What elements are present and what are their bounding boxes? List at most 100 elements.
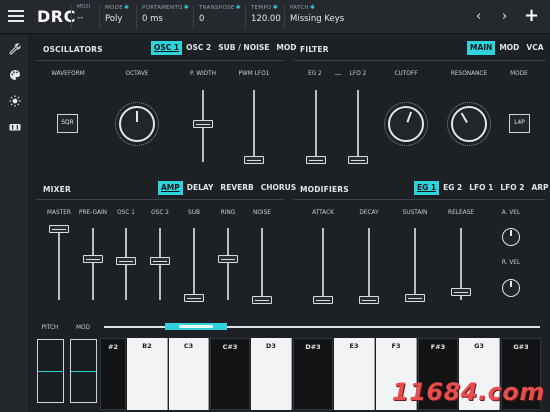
tab-lfo2[interactable]: LFO 2 [497,181,527,195]
mixer-channel-label: RING [220,210,236,216]
header-divider [284,5,285,29]
filter-mode-button[interactable]: L4P [509,114,530,133]
pwm-slider-thumb[interactable] [244,156,264,164]
gear-icon[interactable]: ✱ [124,4,129,11]
mixer-divider [36,199,284,200]
midi-field[interactable]: MIDI -- [77,4,90,23]
pwidth-label: P. WIDTH [189,71,217,77]
pwidth-slider-thumb[interactable] [193,120,213,128]
sustain-slider-track [414,228,416,300]
hamburger-menu-icon[interactable] [8,10,24,23]
sub-slider-track [193,228,195,300]
portamento-field[interactable]: PORTAMENTO✱ 0 ms [142,4,189,24]
mode-field[interactable]: MODE✱ Poly [105,4,129,24]
decay-slider-thumb[interactable] [359,296,379,304]
tab-amp[interactable]: AMP [158,181,183,195]
tab-lfo1[interactable]: LFO 1 [466,181,496,195]
patch-field[interactable]: PATCH✱ Missing Keys [290,4,344,24]
piano-key[interactable]: D#3 [293,338,333,410]
lfo2-slider-track [357,90,359,162]
attack-slider-thumb[interactable] [313,296,333,304]
modifiers-title: MODIFIERS [300,185,349,194]
piano-key[interactable]: C3 [169,338,209,410]
header-divider [136,5,137,29]
mixer-channel-label: PRE-GAIN [79,210,107,216]
header-divider [99,5,100,29]
release-slider-thumb[interactable] [451,288,471,296]
rvel-knob[interactable] [502,279,520,297]
tab-sub-noise[interactable]: SUB / NOISE [215,41,272,55]
mode-value: Poly [105,14,123,24]
gear-icon[interactable]: ✱ [273,4,278,11]
piano-key[interactable]: D3 [251,338,292,410]
keyboard-range-thumb[interactable] [165,323,227,330]
next-patch-chevron-icon[interactable]: › [502,9,507,24]
filter-divider [293,60,545,61]
wrench-icon[interactable] [9,43,21,55]
resonance-knob[interactable] [447,102,491,146]
oscillators-divider [36,60,284,61]
palette-icon[interactable] [9,69,21,81]
gear-icon[interactable]: ✱ [310,4,315,11]
tab-arp[interactable]: ARP [528,181,550,195]
tab-osc2[interactable]: OSC 2 [183,41,214,55]
tab-osc1[interactable]: OSC 1 [151,41,183,55]
waveform-label: WAVEFORM [51,71,85,77]
mixer-channel-label: OSC 1 [117,210,135,216]
piano-key[interactable]: E3 [334,338,375,410]
header-divider [193,5,194,29]
mixer-channel-label: MASTER [47,210,71,216]
osc1-slider-thumb[interactable] [116,257,136,265]
octave-knob[interactable] [115,102,159,146]
mod-label: MOD [75,325,91,331]
tab-eg1[interactable]: EG 1 [414,181,440,195]
mod-wheel[interactable] [70,339,97,403]
tab-filter-mod[interactable]: MOD [496,41,522,55]
osc2-slider-thumb[interactable] [150,257,170,265]
filter-tabs: MAIN MOD VCA [467,41,547,55]
sustain-slider-thumb[interactable] [405,294,425,302]
pitch-wheel[interactable] [37,339,64,403]
lfo2-label: LFO 2 [349,71,367,77]
mixer-channel-label: SUB [188,210,200,216]
eg2-label: EG 2 [308,71,322,77]
tempo-label: TEMPO [251,5,272,11]
master-slider-thumb[interactable] [49,225,69,233]
tempo-field[interactable]: TEMPO✱ 120.00 [251,4,281,24]
top-bar: DRC MIDI -- MODE✱ Poly PORTAMENTO✱ 0 ms … [0,0,550,34]
lfo2-slider-thumb[interactable] [348,156,368,164]
sidebar [0,35,30,412]
transpose-value: 0 [199,14,205,24]
tab-filter-main[interactable]: MAIN [467,41,496,55]
pregain-slider-thumb[interactable] [83,255,103,263]
header-divider [245,5,246,29]
modifier-param-label: SUSTAIN [402,210,428,216]
tab-delay[interactable]: DELAY [184,181,217,195]
tab-reverb[interactable]: REVERB [217,181,256,195]
gear-icon[interactable]: ✱ [184,4,189,11]
fx-rack-icon[interactable] [9,121,21,133]
avel-knob[interactable] [502,228,520,246]
transpose-field[interactable]: TRANSPOSE✱ 0 [199,4,241,24]
modifier-param-label: RELEASE [448,210,474,216]
cutoff-knob[interactable] [384,102,428,146]
tab-filter-vca[interactable]: VCA [523,41,546,55]
eg2-slider-thumb[interactable] [306,156,326,164]
gear-icon[interactable]: ✱ [236,4,241,11]
waveform-button[interactable]: SQR [57,114,78,133]
ring-slider-thumb[interactable] [218,255,238,263]
eg2-lfo2-dash: — [334,70,342,78]
piano-key[interactable]: #2 [100,338,126,410]
patch-label: PATCH [290,5,309,11]
noise-slider-thumb[interactable] [252,296,272,304]
piano-key[interactable]: B2 [127,338,168,410]
tab-osc-mod[interactable]: MOD [273,41,299,55]
tab-chorus[interactable]: CHORUS [258,181,299,195]
cutoff-label: CUTOFF [394,71,418,77]
piano-key[interactable]: C#3 [210,338,250,410]
add-patch-icon[interactable]: + [524,5,539,26]
previous-patch-chevron-icon[interactable]: ‹ [476,9,481,24]
sub-slider-thumb[interactable] [184,294,204,302]
tab-eg2[interactable]: EG 2 [440,181,465,195]
brightness-icon[interactable] [9,95,21,107]
